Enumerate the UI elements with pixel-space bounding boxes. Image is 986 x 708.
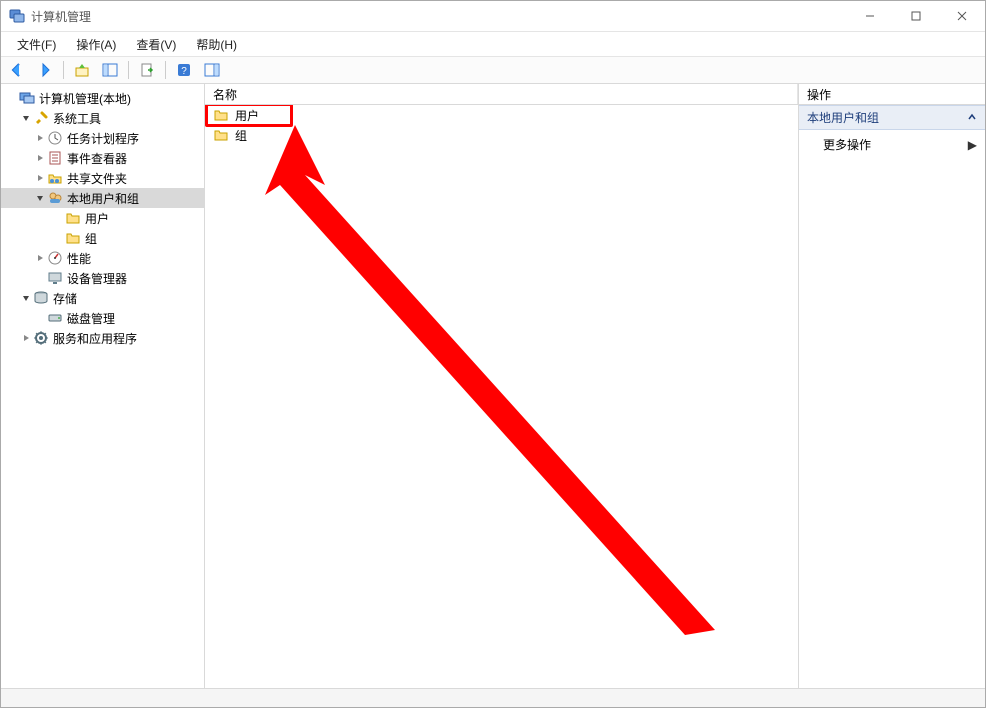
action-section-title[interactable]: 本地用户和组 [799,105,985,130]
toolbar-separator [63,61,64,79]
tree-system-tools[interactable]: 系统工具 [1,108,204,128]
menu-file[interactable]: 文件(F) [7,34,66,55]
tree-storage[interactable]: 存储 [1,288,204,308]
tree-label: 事件查看器 [67,150,127,167]
minimize-button[interactable] [847,1,893,31]
list-item-label: 组 [235,127,247,144]
collapse-icon[interactable] [19,111,33,125]
collapse-icon[interactable] [33,191,47,205]
tree-label: 组 [85,230,97,247]
toolbar-separator [165,61,166,79]
folder-icon [65,230,81,246]
tree-services-apps[interactable]: 服务和应用程序 [1,328,204,348]
device-manager-icon [47,270,63,286]
expand-icon[interactable] [33,151,47,165]
help-button[interactable]: ? [172,58,196,82]
tree-task-scheduler[interactable]: 任务计划程序 [1,128,204,148]
action-item-label: 更多操作 [823,136,871,153]
menu-bar: 文件(F) 操作(A) 查看(V) 帮助(H) [1,32,985,57]
tree-shared-folders[interactable]: 共享文件夹 [1,168,204,188]
services-icon [33,330,49,346]
list-item-label: 用户 [235,107,259,124]
title-bar: 计算机管理 [1,1,985,32]
action-pane-header: 操作 [799,84,985,105]
menu-action[interactable]: 操作(A) [66,34,126,55]
back-button[interactable] [5,58,29,82]
annotation-arrow [265,125,725,645]
expand-icon[interactable] [33,171,47,185]
tree-label: 共享文件夹 [67,170,127,187]
action-pane: 操作 本地用户和组 更多操作 ▶ [799,84,985,688]
tree-label: 计算机管理(本地) [39,90,131,107]
tree-label: 性能 [67,250,91,267]
clock-icon [47,130,63,146]
column-name[interactable]: 名称 [205,84,798,104]
tree-root[interactable]: 计算机管理(本地) [1,88,204,108]
users-groups-icon [47,190,63,206]
tree-local-users-groups[interactable]: 本地用户和组 [1,188,204,208]
storage-icon [33,290,49,306]
close-button[interactable] [939,1,985,31]
list-item-users[interactable]: 用户 [205,105,798,125]
list-header: 名称 [205,84,798,105]
svg-text:?: ? [181,66,187,77]
event-viewer-icon [47,150,63,166]
forward-button[interactable] [33,58,57,82]
maximize-button[interactable] [893,1,939,31]
tree-label: 任务计划程序 [67,130,139,147]
list-pane: 名称 用户 组 [205,84,799,688]
tree-label: 系统工具 [53,110,101,127]
menu-help[interactable]: 帮助(H) [186,34,247,55]
tree-event-viewer[interactable]: 事件查看器 [1,148,204,168]
window-title: 计算机管理 [31,8,91,25]
collapse-icon [967,111,977,125]
list-body[interactable]: 用户 组 [205,105,798,688]
status-bar [1,688,985,707]
tree-label: 磁盘管理 [67,310,115,327]
toolbar: ? [1,57,985,84]
tree-label: 服务和应用程序 [53,330,137,347]
chevron-right-icon: ▶ [968,138,977,152]
performance-icon [47,250,63,266]
menu-view[interactable]: 查看(V) [126,34,186,55]
folder-icon [213,107,229,123]
toolbar-separator [128,61,129,79]
export-list-button[interactable] [135,58,159,82]
collapse-icon[interactable] [19,291,33,305]
tree-users[interactable]: 用户 [1,208,204,228]
disk-icon [47,310,63,326]
folder-icon [213,127,229,143]
expand-icon[interactable] [33,131,47,145]
tools-icon [33,110,49,126]
expand-icon[interactable] [33,251,47,265]
action-section-label: 本地用户和组 [807,109,879,126]
computer-management-icon [19,90,35,106]
up-button[interactable] [70,58,94,82]
tree-performance[interactable]: 性能 [1,248,204,268]
tree-device-manager[interactable]: 设备管理器 [1,268,204,288]
tree-label: 用户 [85,210,109,227]
tree-label: 存储 [53,290,77,307]
client-area: 计算机管理(本地) [1,84,985,688]
tree-label: 设备管理器 [67,270,127,287]
shared-folder-icon [47,170,63,186]
show-action-pane-button[interactable] [200,58,224,82]
show-hide-tree-button[interactable] [98,58,122,82]
tree-label: 本地用户和组 [67,190,139,207]
folder-icon [65,210,81,226]
main-window: 计算机管理 文件(F) 操作(A) 查看(V) 帮助(H) [0,0,986,708]
list-item-groups[interactable]: 组 [205,125,798,145]
tree-groups[interactable]: 组 [1,228,204,248]
app-icon [9,8,25,24]
expand-icon[interactable] [19,331,33,345]
action-more[interactable]: 更多操作 ▶ [799,130,985,159]
tree-pane[interactable]: 计算机管理(本地) [1,84,205,688]
tree-disk-management[interactable]: 磁盘管理 [1,308,204,328]
